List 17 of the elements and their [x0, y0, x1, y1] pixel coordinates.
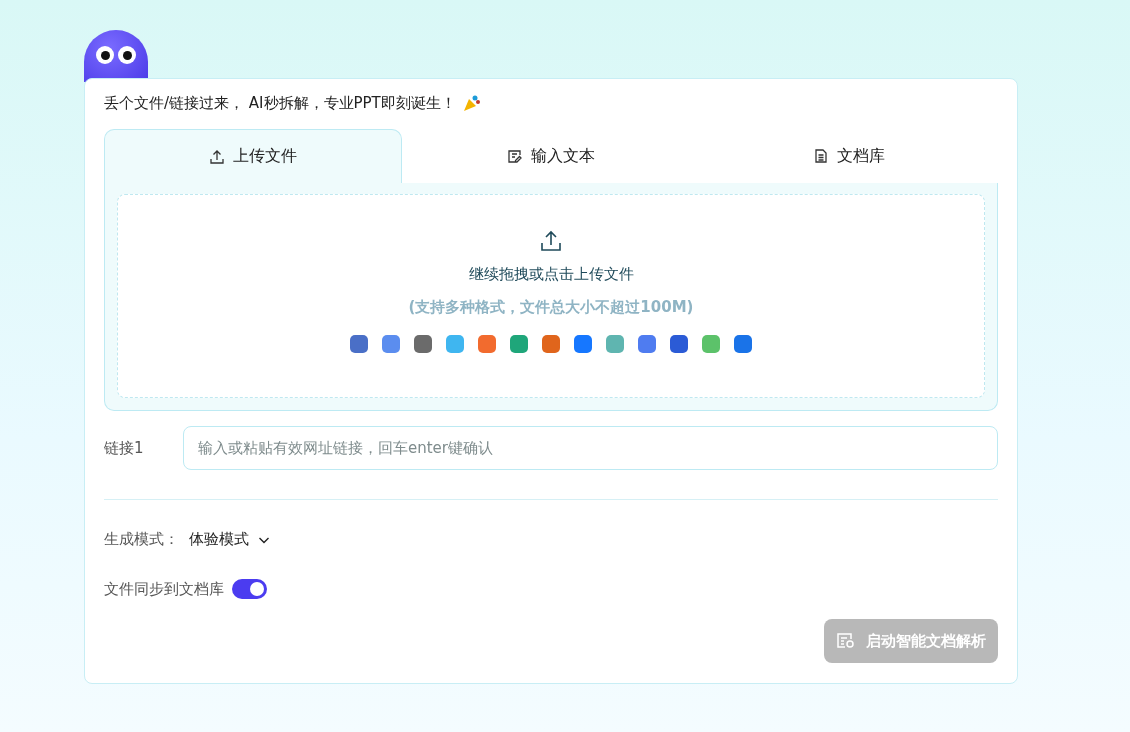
document-icon: [813, 148, 829, 164]
mode-dropdown[interactable]: 体验模式: [189, 530, 271, 549]
sync-label: 文件同步到文档库: [104, 579, 224, 599]
document-search-icon: [836, 632, 856, 650]
upload-icon: [539, 229, 563, 253]
sync-toggle[interactable]: [232, 579, 267, 599]
party-popper-icon: [461, 93, 482, 113]
upload-icon: [209, 148, 225, 165]
drop-zone[interactable]: 继续拖拽或点击上传文件 (支持多种格式，文件总大小不超过100M): [117, 194, 985, 398]
tab[interactable]: 上传文件: [104, 129, 402, 183]
edit-note-icon: [507, 148, 523, 164]
drop-title: 继续拖拽或点击上传文件: [468, 265, 634, 284]
link-input-field[interactable]: 输入或粘贴有效网址链接，回车enter键确认: [183, 426, 998, 470]
mode-label: 生成模式：: [104, 530, 179, 549]
format-hint: (支持多种格式，文件总大小不超过100M): [408, 298, 694, 317]
link-label: 链接1: [104, 438, 145, 458]
headline-text: 丢个文件/链接过来， AI秒拆解，专业PPT即刻诞生！: [104, 93, 456, 113]
